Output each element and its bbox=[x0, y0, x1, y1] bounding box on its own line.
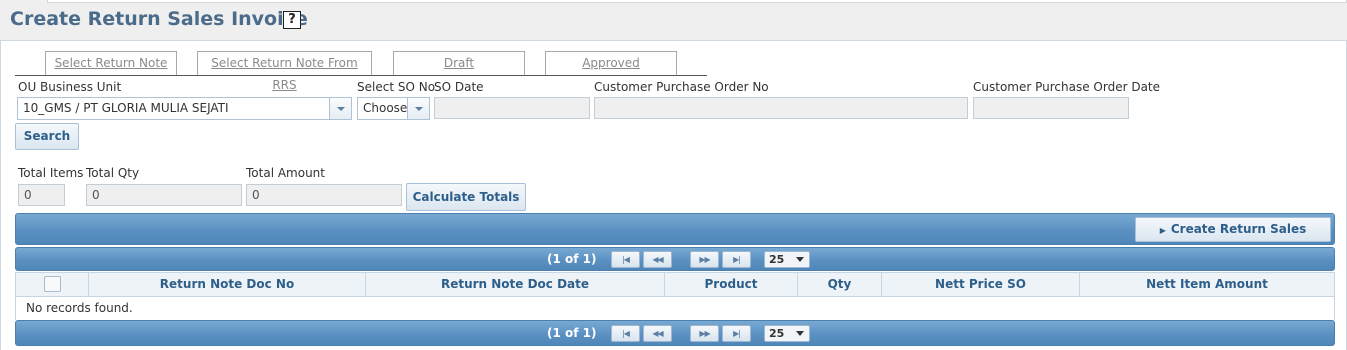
column-product[interactable]: Product bbox=[665, 273, 798, 296]
total-items-field: 0 bbox=[18, 184, 65, 206]
column-nett-price-so[interactable]: Nett Price SO bbox=[882, 273, 1080, 296]
chevron-down-icon[interactable] bbox=[329, 98, 351, 119]
tab-draft[interactable]: Draft bbox=[393, 51, 525, 76]
rows-per-page-select[interactable]: 25 bbox=[764, 325, 810, 342]
datatable-toolbar: ▶Create Return Sales Invoice bbox=[15, 213, 1335, 260]
search-button[interactable]: Search bbox=[15, 123, 79, 150]
select-all-column bbox=[16, 273, 89, 296]
page-title: Create Return Sales Invoice bbox=[10, 8, 308, 30]
tab-select-return-note-from-rrs[interactable]: Select Return Note From RRS bbox=[197, 51, 372, 92]
first-page-icon[interactable]: |◀ bbox=[611, 251, 640, 268]
last-page-icon[interactable]: ▶| bbox=[722, 325, 751, 342]
create-return-sales-invoice-button[interactable]: ▶Create Return Sales Invoice bbox=[1135, 217, 1331, 260]
calculate-totals-button[interactable]: Calculate Totals bbox=[406, 183, 526, 211]
ou-select[interactable]: 10_GMS / PT GLORIA MULIA SEJATI bbox=[17, 97, 352, 120]
so-no-select[interactable]: Choose bbox=[357, 97, 430, 120]
column-nett-item-amount[interactable]: Nett Item Amount bbox=[1080, 273, 1334, 296]
cpo-date-label: Customer Purchase Order Date bbox=[973, 80, 1161, 94]
page-header: Create Return Sales Invoice ? bbox=[0, 0, 1347, 41]
cpo-date-field bbox=[973, 97, 1129, 119]
prev-page-icon[interactable]: ◀◀ bbox=[643, 325, 672, 342]
total-items-label: Total Items bbox=[18, 166, 84, 180]
so-date-field bbox=[434, 97, 590, 119]
total-qty-label: Total Qty bbox=[86, 166, 140, 180]
first-page-icon[interactable]: |◀ bbox=[611, 325, 640, 342]
rows-per-page-select[interactable]: 25 bbox=[764, 251, 810, 268]
next-page-icon[interactable]: ▶▶ bbox=[690, 325, 719, 342]
header-top-strip bbox=[47, 0, 1347, 3]
so-no-label: Select SO No bbox=[357, 80, 436, 94]
paginator-top: (1 of 1) |◀ ◀◀ ▶▶ ▶| 25 bbox=[15, 247, 1335, 271]
tab-divider bbox=[15, 75, 707, 76]
ou-label: OU Business Unit bbox=[18, 80, 122, 94]
total-amount-label: Total Amount bbox=[246, 166, 325, 180]
table-body: No records found. bbox=[15, 297, 1335, 320]
next-page-icon[interactable]: ▶▶ bbox=[690, 251, 719, 268]
column-qty[interactable]: Qty bbox=[798, 273, 882, 296]
last-page-icon[interactable]: ▶| bbox=[722, 251, 751, 268]
so-no-select-value: Choose bbox=[363, 101, 408, 115]
paginator-bottom: (1 of 1) |◀ ◀◀ ▶▶ ▶| 25 bbox=[15, 320, 1335, 346]
chevron-down-icon[interactable] bbox=[407, 98, 429, 119]
tab-select-return-note[interactable]: Select Return Note bbox=[45, 51, 177, 76]
so-date-label: SO Date bbox=[434, 80, 484, 94]
help-icon[interactable]: ? bbox=[283, 11, 301, 29]
page-indicator: (1 of 1) bbox=[547, 326, 597, 340]
ou-select-value: 10_GMS / PT GLORIA MULIA SEJATI bbox=[23, 101, 229, 115]
column-return-note-doc-no[interactable]: Return Note Doc No bbox=[89, 273, 366, 296]
cpo-no-label: Customer Purchase Order No bbox=[594, 80, 769, 94]
cpo-no-field bbox=[594, 97, 968, 119]
total-qty-field: 0 bbox=[86, 184, 242, 206]
total-amount-field: 0 bbox=[246, 184, 402, 206]
page-indicator: (1 of 1) bbox=[547, 252, 597, 266]
column-return-note-doc-date[interactable]: Return Note Doc Date bbox=[366, 273, 665, 296]
triangle-right-icon: ▶ bbox=[1159, 226, 1166, 235]
prev-page-icon[interactable]: ◀◀ bbox=[643, 251, 672, 268]
tab-approved[interactable]: Approved bbox=[545, 51, 677, 76]
empty-message: No records found. bbox=[26, 301, 133, 315]
select-all-checkbox[interactable] bbox=[44, 276, 61, 292]
table-header: Return Note Doc No Return Note Doc Date … bbox=[15, 272, 1335, 297]
